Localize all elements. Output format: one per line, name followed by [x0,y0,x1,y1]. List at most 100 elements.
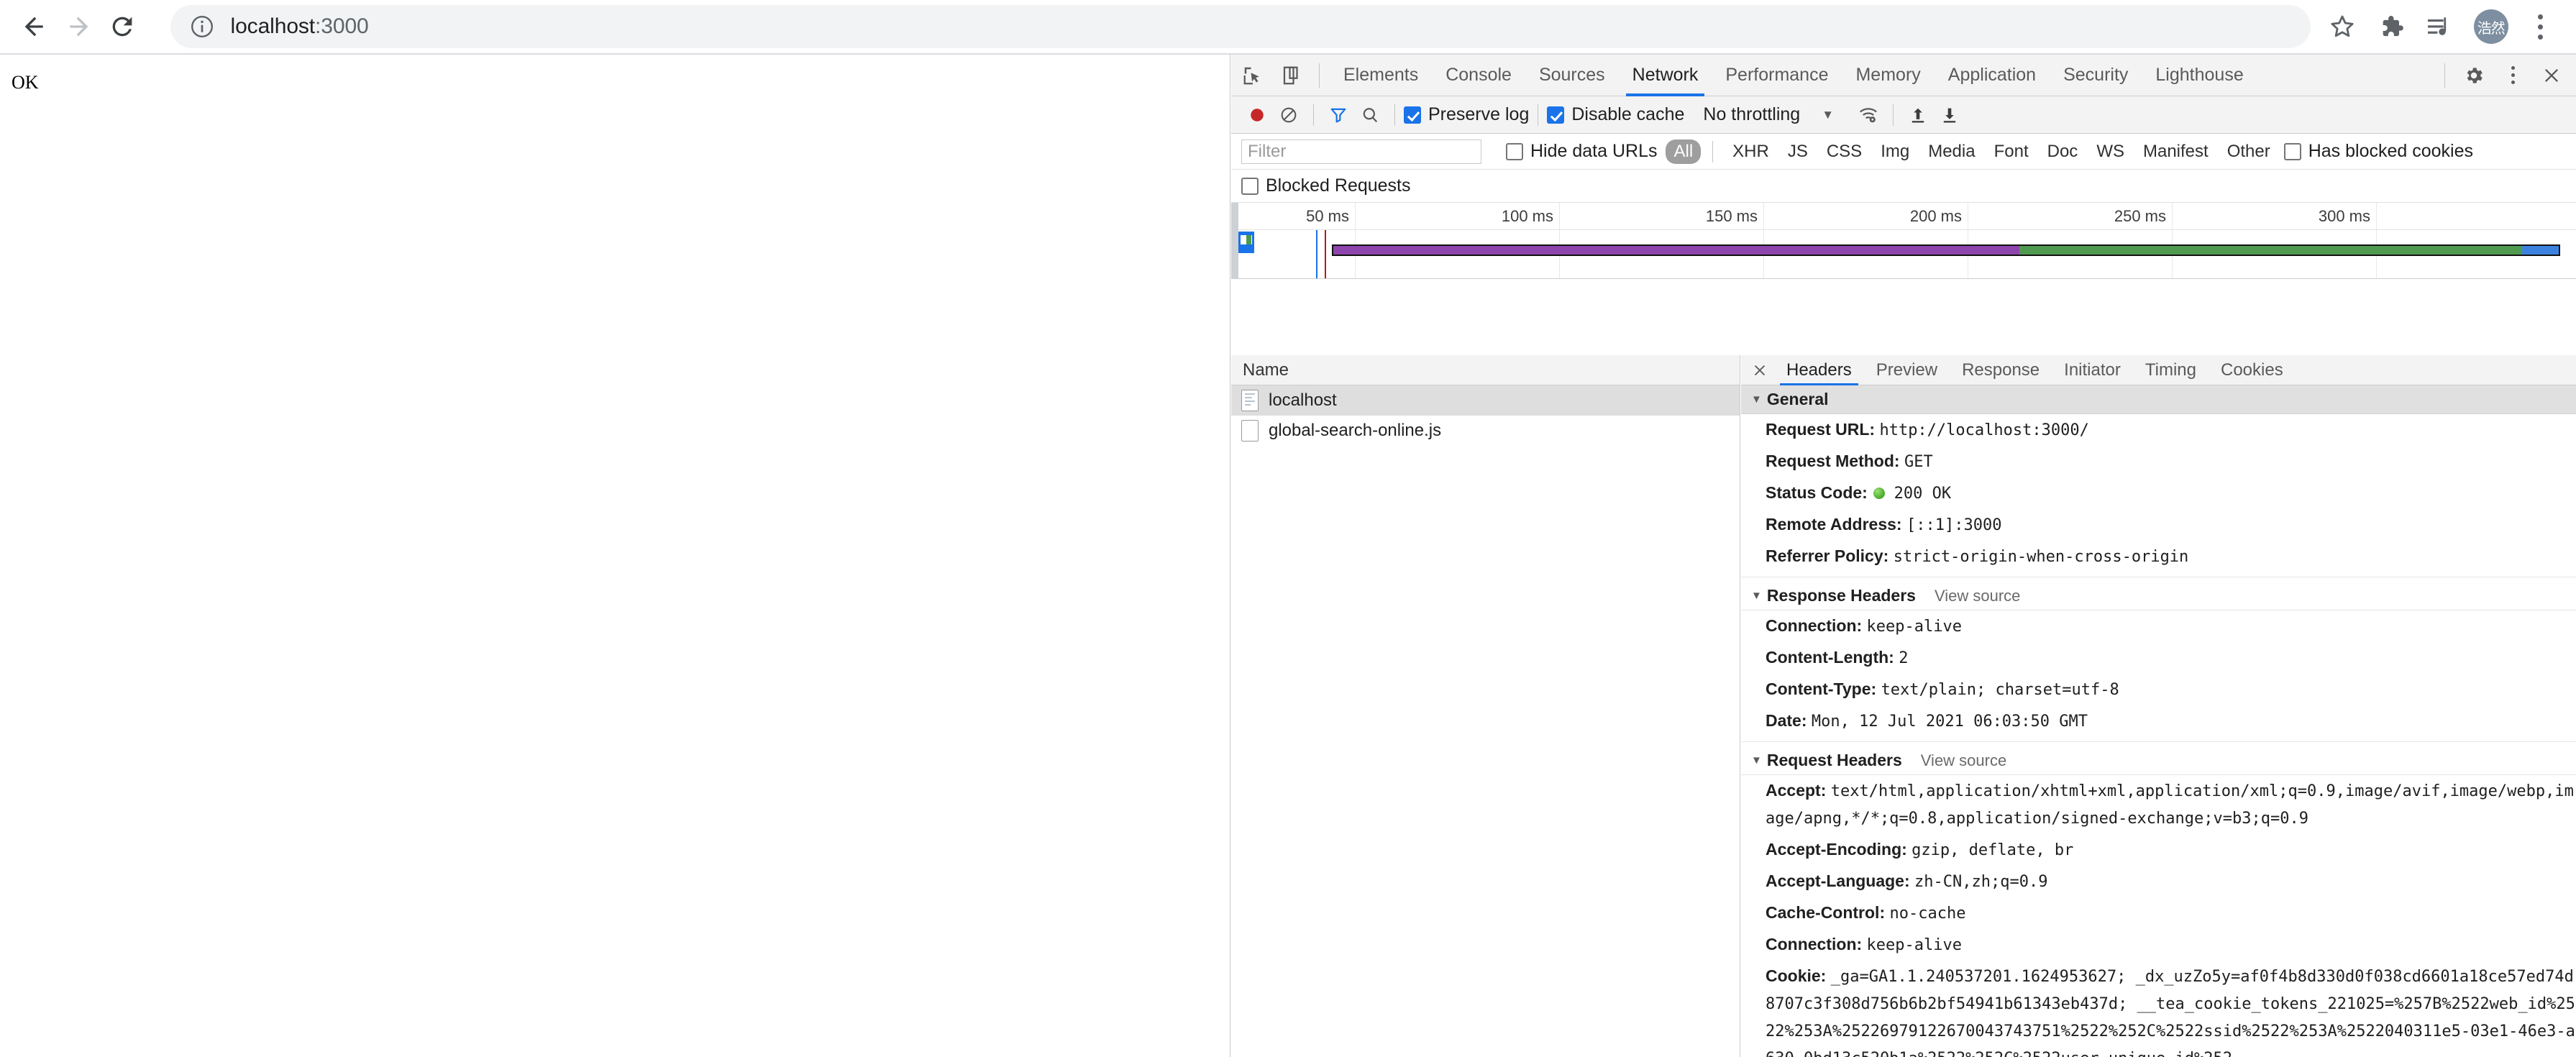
header-row: Connection: keep-alive [1741,929,2576,961]
throttling-select[interactable]: No throttling [1703,104,1800,125]
export-har-button[interactable] [1934,99,1965,131]
caret-down-icon: ▼ [1751,754,1762,767]
request-row-global-search-online-js[interactable]: global-search-online.js [1231,416,1740,446]
tab-sources[interactable]: Sources [1525,55,1619,96]
header-value: [::1]:3000 [1906,516,2002,534]
tab-network[interactable]: Network [1619,55,1712,96]
bookmark-button[interactable] [2321,4,2363,49]
extensions-button[interactable] [2369,4,2411,49]
resource-type-doc[interactable]: Doc [2040,139,2086,164]
tab-memory[interactable]: Memory [1842,55,1934,96]
page-viewport: OK [0,55,1230,1057]
export-har-down-arrow-icon [1943,108,1956,122]
overview-selection-handle[interactable] [1238,232,1254,253]
resource-type-font[interactable]: Font [1986,139,2037,164]
disable-cache-box[interactable] [1547,106,1565,124]
detail-tab-initiator[interactable]: Initiator [2052,355,2133,385]
detail-tab-headers[interactable]: Headers [1774,355,1864,385]
header-row: Request URL: http://localhost:3000/ [1741,414,2576,446]
has-blocked-cookies-checkbox[interactable]: Has blocked cookies [2283,141,2473,162]
devtools-close-button[interactable] [2534,58,2569,93]
record-button[interactable] [1241,99,1273,131]
forward-button[interactable] [57,4,101,50]
detail-close-button[interactable] [1745,355,1774,385]
request-row-localhost[interactable]: localhost [1231,385,1740,416]
hide-data-urls-box[interactable] [1506,142,1523,160]
header-name: Cache-Control: [1766,903,1886,922]
header-name: Referrer Policy: [1766,546,1889,565]
disable-cache-checkbox[interactable]: Disable cache [1547,104,1684,125]
address-bar[interactable]: localhost:3000 [170,5,2311,48]
resource-type-other[interactable]: Other [2219,139,2278,164]
filter-toggle-button[interactable] [1323,99,1354,131]
tab-performance[interactable]: Performance [1712,55,1842,96]
preserve-log-box[interactable] [1404,106,1421,124]
network-conditions-button[interactable] [1853,99,1884,131]
chevron-down-icon[interactable]: ▼ [1822,108,1834,122]
media-control-button[interactable] [2417,4,2459,49]
overview-tick-label: 300 ms [2318,207,2370,225]
inspect-element-button[interactable] [1236,58,1270,93]
resource-type-css[interactable]: CSS [1819,139,1870,164]
header-value: zh-CN,zh;q=0.9 [1914,873,2048,891]
overview-tick-label: 50 ms [1306,207,1349,225]
overview-tick-line [1763,203,1764,278]
hide-data-urls-checkbox[interactable]: Hide data URLs [1506,141,1657,162]
detail-tab-response[interactable]: Response [1950,355,2052,385]
section-header-request-headers[interactable]: ▼ Request Headers View source [1741,746,2576,775]
import-har-button[interactable] [1902,99,1934,131]
section-rows-response: Connection: keep-alive Content-Length: 2… [1741,610,2576,737]
blocked-requests-box[interactable] [1241,177,1259,195]
tab-security[interactable]: Security [2050,55,2142,96]
resource-type-ws[interactable]: WS [2088,139,2132,164]
header-row: Content-Length: 2 [1741,642,2576,674]
detail-tab-preview[interactable]: Preview [1864,355,1950,385]
tab-console[interactable]: Console [1432,55,1525,96]
tab-lighthouse[interactable]: Lighthouse [2142,55,2257,96]
resource-type-media[interactable]: Media [1920,139,1983,164]
header-name: Content-Type: [1766,680,1877,698]
request-list-column-header[interactable]: Name [1231,355,1740,385]
clear-button[interactable] [1273,99,1305,131]
tab-elements[interactable]: Elements [1330,55,1432,96]
inspect-element-icon [1243,67,1259,84]
network-overview-timeline[interactable]: 50 ms 100 ms 150 ms 200 ms 250 ms 300 ms [1231,203,2576,279]
search-button[interactable] [1354,99,1386,131]
has-blocked-cookies-box[interactable] [2283,142,2301,160]
close-icon [2545,68,2558,82]
device-toolbar-button[interactable] [1274,58,1309,93]
overview-tick-line [1355,203,1356,278]
profile-button[interactable]: 浩然 [2470,4,2512,49]
back-button[interactable] [13,4,57,50]
resource-type-js[interactable]: JS [1780,139,1816,164]
overview-selection-left-edge[interactable] [1231,203,1238,278]
devtools-more-button[interactable] [2495,58,2530,93]
view-source-link[interactable]: View source [1935,587,2020,605]
devtools-settings-button[interactable] [2457,58,2491,93]
filter-input[interactable]: Filter [1241,139,1481,164]
reload-button[interactable] [101,4,145,50]
tab-application[interactable]: Application [1935,55,2050,96]
gear-icon [2467,67,2483,83]
section-header-response-headers[interactable]: ▼ Response Headers View source [1741,582,2576,610]
preserve-log-checkbox[interactable]: Preserve log [1404,104,1529,125]
chrome-menu-button[interactable] [2519,4,2562,49]
resource-type-img[interactable]: Img [1873,139,1917,164]
header-row: Request Method: GET [1741,446,2576,477]
info-circle-icon[interactable] [189,14,215,40]
section-header-general[interactable]: ▼ General [1741,385,2576,414]
overview-tick-line [1559,203,1560,278]
detail-tab-cookies[interactable]: Cookies [2209,355,2296,385]
detail-tab-timing[interactable]: Timing [2133,355,2209,385]
resource-type-xhr[interactable]: XHR [1725,139,1777,164]
devtools-panel: Elements Console Sources Network Perform… [1231,55,2576,1057]
back-arrow-icon [25,17,44,37]
header-row: Remote Address: [::1]:3000 [1741,509,2576,541]
blocked-requests-checkbox[interactable]: Blocked Requests [1241,175,1411,196]
devtools-tabbar: Elements Console Sources Network Perform… [1231,55,2576,96]
resource-type-all[interactable]: All [1666,139,1702,164]
overview-bar-segment-queueing-stalled [1333,246,2020,255]
dom-content-loaded-line [1316,230,1317,278]
resource-type-manifest[interactable]: Manifest [2135,139,2216,164]
view-source-link[interactable]: View source [1921,751,2006,770]
